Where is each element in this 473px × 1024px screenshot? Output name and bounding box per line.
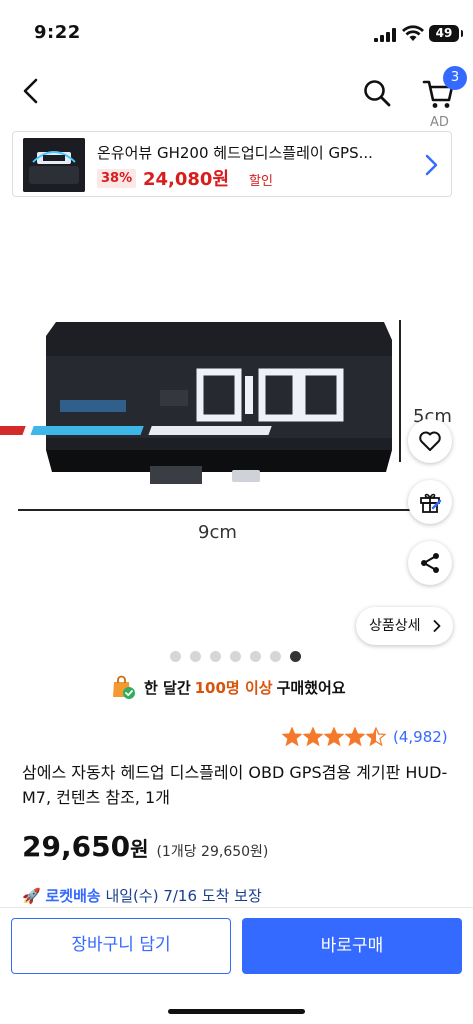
product-price: 29,650 bbox=[22, 830, 131, 863]
back-icon[interactable] bbox=[18, 76, 44, 106]
star-icon bbox=[282, 727, 302, 747]
price-row: 29,650 원 (1개당 29,650원) bbox=[22, 830, 268, 863]
chevron-right-icon bbox=[433, 620, 441, 632]
status-time: 9:22 bbox=[34, 22, 81, 43]
rocket-delivery-label: 로켓배송 bbox=[45, 887, 101, 905]
rocket-icon: 🚀 bbox=[22, 887, 41, 905]
bottom-action-bar: 장바구니 담기 바로구매 bbox=[0, 907, 473, 1024]
pagination-dot[interactable] bbox=[290, 651, 301, 662]
image-pagination bbox=[170, 651, 301, 662]
ad-price: 24,080원 bbox=[143, 169, 230, 190]
pagination-dot[interactable] bbox=[230, 651, 241, 662]
pagination-dot[interactable] bbox=[210, 651, 221, 662]
purchase-note-highlight: 100명 이상 bbox=[194, 678, 273, 697]
price-currency: 원 bbox=[130, 837, 149, 861]
home-indicator[interactable] bbox=[168, 1009, 305, 1014]
star-icon bbox=[303, 727, 323, 747]
status-bar: 9:22 49 bbox=[0, 0, 473, 64]
unit-price: (1개당 29,650원) bbox=[156, 844, 269, 860]
product-rating[interactable]: (4,982) bbox=[282, 727, 448, 747]
ad-banner[interactable]: 온유어뷰 GH200 헤드업디스플레이 GPS... 38% 24,080원 할… bbox=[12, 131, 452, 197]
ad-discount-badge: 38% bbox=[97, 169, 137, 188]
purchase-count-note: 한 달간 100명 이상 구매했어요 bbox=[110, 674, 346, 700]
product-detail-label: 상품상세 bbox=[369, 618, 421, 634]
chevron-right-icon bbox=[425, 154, 438, 176]
product-image[interactable]: 9cm 5cm bbox=[0, 200, 473, 640]
purchase-note-suffix: 구매했어요 bbox=[276, 678, 346, 697]
image-width-label: 9cm bbox=[198, 522, 237, 543]
share-button[interactable] bbox=[408, 541, 452, 585]
ad-sale-label: 할인 bbox=[249, 174, 273, 189]
shopping-bag-icon bbox=[113, 675, 135, 699]
delivery-info: 🚀 로켓배송 내일(수) 7/16 도착 보장 bbox=[22, 885, 262, 907]
cellular-signal-icon bbox=[374, 28, 396, 42]
star-icon bbox=[345, 727, 365, 747]
gift-button[interactable] bbox=[408, 480, 452, 524]
ad-product-thumbnail bbox=[23, 138, 85, 192]
search-icon[interactable] bbox=[362, 78, 392, 108]
cart-count-badge: 3 bbox=[443, 66, 467, 90]
wishlist-button[interactable] bbox=[408, 419, 452, 463]
buy-now-button[interactable]: 바로구매 bbox=[242, 918, 462, 974]
pagination-dot[interactable] bbox=[190, 651, 201, 662]
product-title: 삼에스 자동차 헤드업 디스플레이 OBD GPS겸용 계기판 HUD-M7, … bbox=[22, 763, 448, 807]
heart-icon bbox=[419, 431, 441, 451]
wifi-icon bbox=[402, 25, 424, 41]
pagination-dot[interactable] bbox=[270, 651, 281, 662]
pagination-dot[interactable] bbox=[170, 651, 181, 662]
pagination-dot[interactable] bbox=[250, 651, 261, 662]
ad-title: 온유어뷰 GH200 헤드업디스플레이 GPS... bbox=[97, 144, 373, 162]
top-nav bbox=[0, 64, 473, 120]
add-to-cart-button[interactable]: 장바구니 담기 bbox=[11, 918, 231, 974]
battery-indicator: 49 bbox=[429, 25, 463, 42]
star-icon bbox=[366, 727, 386, 747]
product-detail-button[interactable]: 상품상세 bbox=[356, 607, 453, 645]
gift-icon bbox=[420, 493, 442, 513]
ad-label: AD bbox=[430, 115, 449, 130]
star-icon bbox=[324, 727, 344, 747]
delivery-date: 내일(수) 7/16 도착 보장 bbox=[105, 887, 262, 905]
purchase-note-prefix: 한 달간 bbox=[144, 678, 191, 697]
review-count[interactable]: (4,982) bbox=[393, 728, 448, 746]
share-icon bbox=[421, 553, 439, 573]
